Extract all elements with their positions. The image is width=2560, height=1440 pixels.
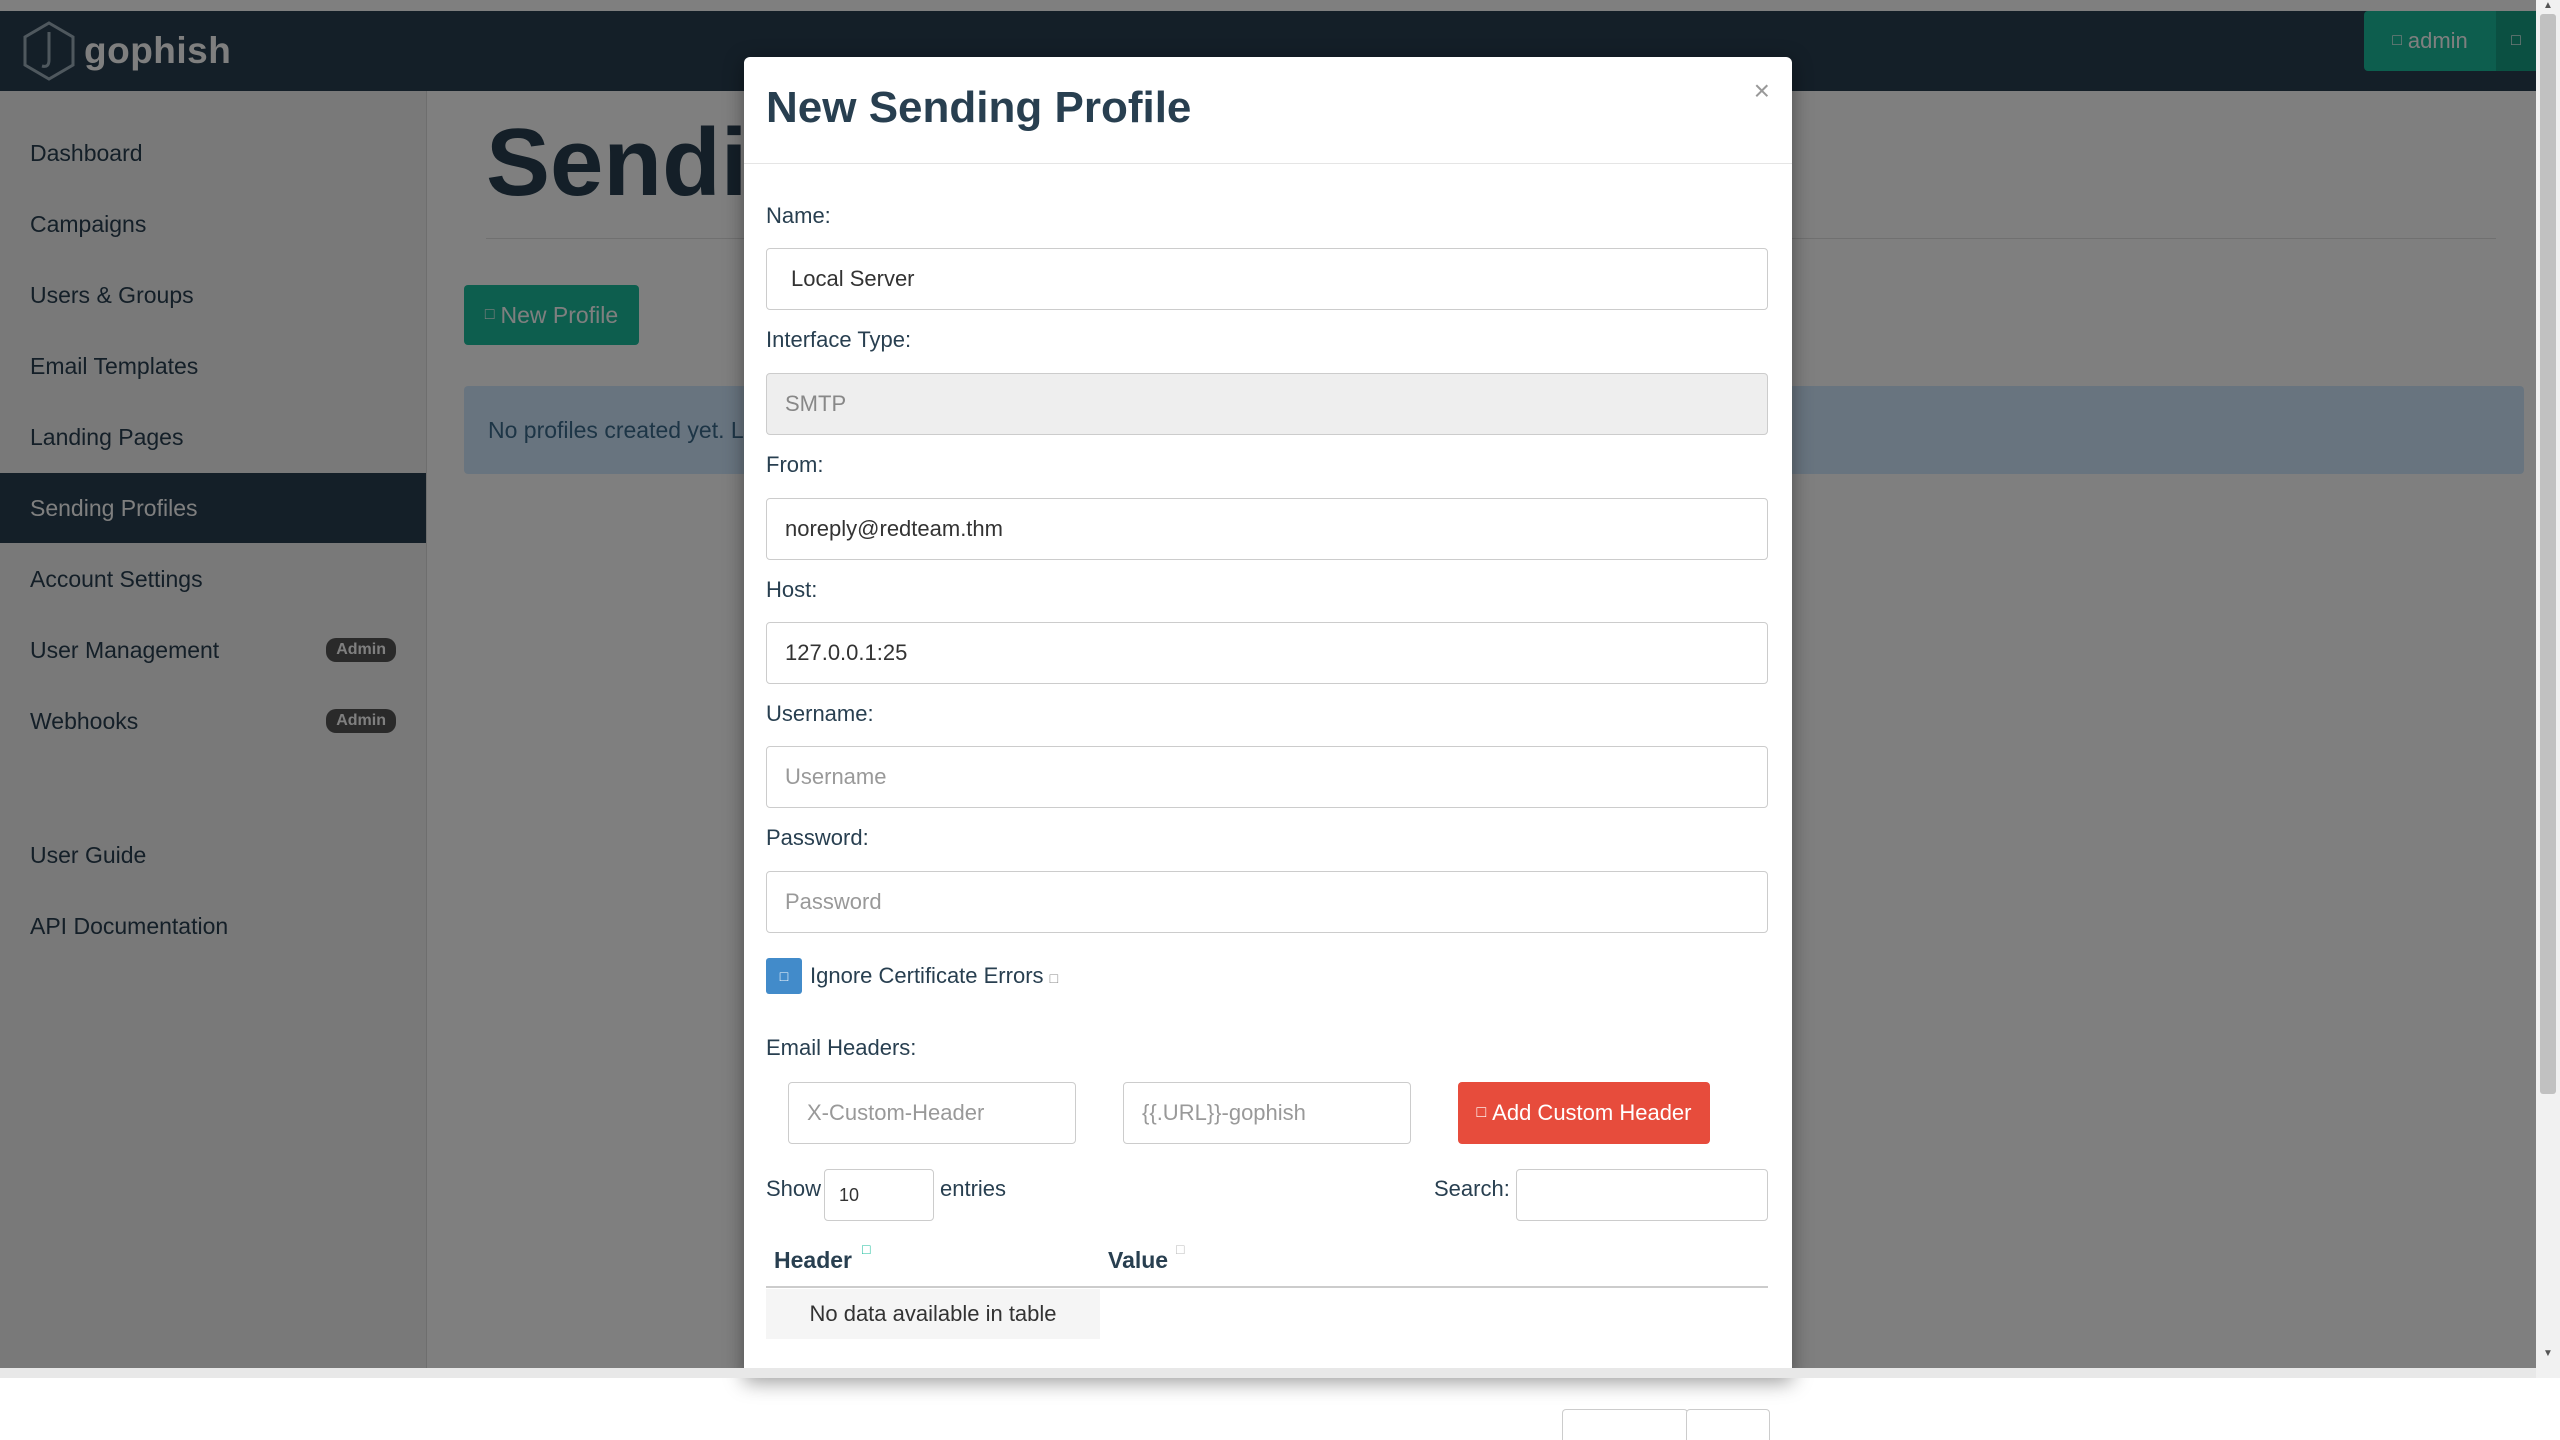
custom-header-name-placeholder: X-Custom-Header <box>807 1100 985 1125</box>
interface-type-value: SMTP <box>785 391 847 416</box>
name-value: Local Server <box>791 266 915 291</box>
custom-header-name-input[interactable]: X-Custom-Header <box>788 1082 1076 1144</box>
search-label: Search: <box>1434 1176 1510 1201</box>
check-icon: □ <box>779 968 789 984</box>
modal-title: New Sending Profile <box>766 83 1192 132</box>
add-custom-header-label: Add Custom Header <box>1492 1100 1692 1125</box>
interface-type-field: SMTP <box>766 373 1768 435</box>
info-icon[interactable]: □ <box>1050 970 1058 986</box>
pagination-previous[interactable] <box>1562 1409 1688 1440</box>
scroll-down-arrow-icon[interactable]: ▼ <box>2540 1348 2556 1360</box>
from-label: From: <box>766 452 824 477</box>
scroll-up-arrow-icon[interactable]: ▲ <box>2540 0 2556 12</box>
ignore-cert-checkbox[interactable]: □ <box>766 958 802 994</box>
header-column-heading[interactable]: Header <box>774 1247 852 1274</box>
from-field[interactable]: noreply@redteam.thm <box>766 498 1768 560</box>
username-field[interactable]: Username <box>766 746 1768 808</box>
password-label: Password: <box>766 825 869 850</box>
host-value: 127.0.0.1:25 <box>785 640 908 665</box>
show-label: Show <box>766 1176 822 1201</box>
name-label: Name: <box>766 203 831 228</box>
plus-icon: □ <box>1476 1104 1487 1121</box>
custom-header-value-placeholder: {{.URL}}-gophish <box>1142 1100 1306 1125</box>
add-custom-header-button[interactable]: □ Add Custom Header <box>1458 1082 1710 1144</box>
host-field[interactable]: 127.0.0.1:25 <box>766 622 1768 684</box>
ignore-cert-text: Ignore Certificate Errors <box>810 963 1044 988</box>
sort-icon[interactable]: □ <box>1176 1241 1184 1257</box>
interface-type-label: Interface Type: <box>766 327 912 352</box>
table-empty-message: No data available in table <box>809 1301 1057 1326</box>
sort-icon[interactable]: □ <box>862 1241 870 1257</box>
new-sending-profile-modal: New Sending Profile × Name: Local Server… <box>744 57 1792 1440</box>
entries-value: 10 <box>839 1184 860 1205</box>
value-column-heading[interactable]: Value <box>1108 1247 1168 1274</box>
scrollbar-thumb[interactable] <box>2540 14 2556 1094</box>
host-label: Host: <box>766 577 818 602</box>
password-field[interactable]: Password <box>766 871 1768 933</box>
from-value: noreply@redteam.thm <box>785 516 1003 541</box>
table-empty-row: No data available in table <box>766 1289 1100 1339</box>
pagination-next[interactable] <box>1686 1409 1770 1440</box>
name-field[interactable]: Local Server <box>766 248 1768 310</box>
close-icon[interactable]: × <box>1754 75 1770 107</box>
horizontal-scrollbar[interactable] <box>0 1368 2536 1378</box>
entries-select[interactable]: 10 <box>824 1169 934 1221</box>
modal-header: New Sending Profile × <box>744 57 1792 164</box>
custom-header-value-input[interactable]: {{.URL}}-gophish <box>1123 1082 1411 1144</box>
table-header-divider <box>766 1286 1768 1288</box>
email-headers-label: Email Headers: <box>766 1035 917 1060</box>
ignore-cert-label: Ignore Certificate Errors □ <box>810 963 1058 989</box>
username-label: Username: <box>766 701 874 726</box>
search-input[interactable] <box>1516 1169 1768 1221</box>
password-placeholder: Password <box>785 889 882 914</box>
username-placeholder: Username <box>785 764 887 789</box>
entries-label: entries <box>940 1176 1007 1201</box>
